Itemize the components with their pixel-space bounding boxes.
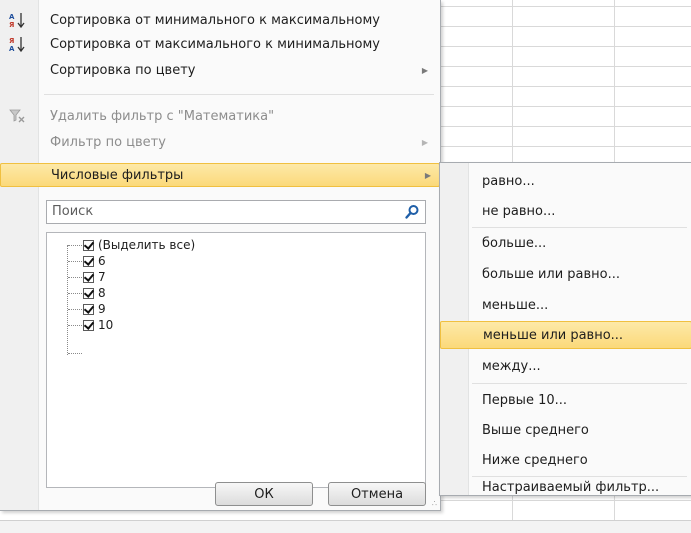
submenu-item-greater[interactable]: больше... bbox=[442, 231, 691, 255]
checkbox[interactable] bbox=[83, 303, 94, 315]
clear-filter-item[interactable]: Удалить фильтр с "Математика" bbox=[4, 104, 436, 128]
checklist-label: 6 bbox=[98, 254, 106, 268]
number-filters-submenu: равно... не равно... больше... больше ил… bbox=[439, 162, 691, 496]
menu-separator bbox=[472, 383, 687, 384]
menu-item-label: Сортировка по цвету bbox=[50, 62, 196, 78]
checkbox[interactable] bbox=[83, 319, 94, 331]
sort-ascending-item[interactable]: А Я Сортировка от минимального к максима… bbox=[4, 8, 436, 32]
checklist-label: 7 bbox=[98, 270, 106, 284]
cancel-button[interactable]: Отмена bbox=[328, 482, 426, 506]
checklist-label: (Выделить все) bbox=[98, 238, 196, 252]
svg-text:Я: Я bbox=[9, 37, 14, 45]
submenu-item-greater-or-equal[interactable]: больше или равно... bbox=[442, 262, 691, 286]
svg-text:Я: Я bbox=[9, 21, 14, 29]
sort-ascending-icon: А Я bbox=[9, 13, 25, 29]
checklist-item[interactable]: 6 bbox=[83, 253, 106, 269]
submenu-item-top-10[interactable]: Первые 10... bbox=[442, 388, 691, 412]
submenu-item-not-equals[interactable]: не равно... bbox=[442, 199, 691, 223]
checklist-label: 10 bbox=[98, 318, 114, 332]
checklist-item[interactable]: 10 bbox=[83, 317, 113, 333]
sort-descending-icon: Я А bbox=[9, 37, 25, 53]
checklist-item[interactable]: 7 bbox=[83, 269, 106, 285]
sort-descending-item[interactable]: Я А Сортировка от максимального к минима… bbox=[4, 32, 436, 56]
submenu-item-label: Первые 10... bbox=[482, 392, 568, 408]
menu-item-label: Сортировка от минимального к максимально… bbox=[50, 12, 381, 28]
autofilter-dropdown: А Я Сортировка от минимального к максима… bbox=[0, 0, 441, 511]
submenu-item-equals[interactable]: равно... bbox=[442, 169, 691, 193]
checkbox[interactable] bbox=[83, 287, 94, 299]
checkbox[interactable] bbox=[83, 255, 94, 267]
submenu-item-below-average[interactable]: Ниже среднего bbox=[442, 448, 691, 472]
submenu-item-label: не равно... bbox=[482, 203, 556, 219]
number-filters-item[interactable]: Числовые фильтры ▶ bbox=[0, 163, 440, 187]
svg-text:А: А bbox=[9, 13, 15, 21]
sort-by-color-item[interactable]: Сортировка по цвету ▶ bbox=[4, 58, 436, 82]
submenu-item-label: Ниже среднего bbox=[482, 452, 588, 468]
resize-grip-icon[interactable]: ∴ bbox=[432, 499, 437, 508]
checklist-item-select-all[interactable]: (Выделить все) bbox=[83, 237, 195, 253]
submenu-item-label: Выше среднего bbox=[482, 422, 589, 438]
submenu-item-label: меньше... bbox=[482, 297, 549, 313]
checklist-label: 8 bbox=[98, 286, 106, 300]
submenu-item-label: равно... bbox=[482, 173, 535, 189]
submenu-item-label: больше... bbox=[482, 235, 547, 251]
submenu-item-label: больше или равно... bbox=[482, 266, 621, 282]
search-input[interactable]: Поиск bbox=[46, 200, 426, 224]
checkbox[interactable] bbox=[83, 239, 94, 251]
submenu-arrow-icon: ▶ bbox=[421, 65, 428, 75]
svg-text:А: А bbox=[9, 45, 15, 53]
value-checklist: (Выделить все) 6 7 8 9 10 bbox=[46, 232, 426, 488]
ok-button[interactable]: ОК bbox=[215, 482, 313, 506]
menu-item-label: Фильтр по цвету bbox=[50, 134, 166, 150]
clear-filter-icon bbox=[9, 109, 25, 123]
menu-separator bbox=[44, 94, 434, 95]
cancel-button-label: Отмена bbox=[350, 486, 404, 502]
submenu-item-custom-filter[interactable]: Настраиваемый фильтр... bbox=[442, 477, 691, 497]
search-placeholder: Поиск bbox=[52, 204, 94, 219]
search-icon bbox=[405, 205, 419, 219]
checklist-item[interactable]: 8 bbox=[83, 285, 106, 301]
submenu-item-less-or-equal[interactable]: меньше или равно... bbox=[440, 321, 691, 349]
submenu-item-less[interactable]: меньше... bbox=[442, 293, 691, 317]
filter-by-color-item[interactable]: Фильтр по цвету ▶ bbox=[4, 130, 436, 154]
checklist-item[interactable]: 9 bbox=[83, 301, 106, 317]
submenu-arrow-icon: ▶ bbox=[421, 137, 428, 147]
submenu-item-above-average[interactable]: Выше среднего bbox=[442, 418, 691, 442]
checklist-label: 9 bbox=[98, 302, 106, 316]
submenu-arrow-icon: ▶ bbox=[424, 170, 431, 180]
submenu-item-label: меньше или равно... bbox=[483, 327, 624, 343]
menu-separator bbox=[472, 227, 687, 228]
menu-item-label: Числовые фильтры bbox=[51, 167, 184, 183]
checkbox[interactable] bbox=[83, 271, 94, 283]
menu-item-label: Удалить фильтр с "Математика" bbox=[50, 108, 275, 124]
ok-button-label: ОК bbox=[254, 486, 274, 502]
submenu-item-label: Настраиваемый фильтр... bbox=[482, 479, 660, 495]
submenu-item-label: между... bbox=[482, 358, 541, 374]
menu-item-label: Сортировка от максимального к минимально… bbox=[50, 36, 381, 52]
submenu-item-between[interactable]: между... bbox=[442, 354, 691, 378]
